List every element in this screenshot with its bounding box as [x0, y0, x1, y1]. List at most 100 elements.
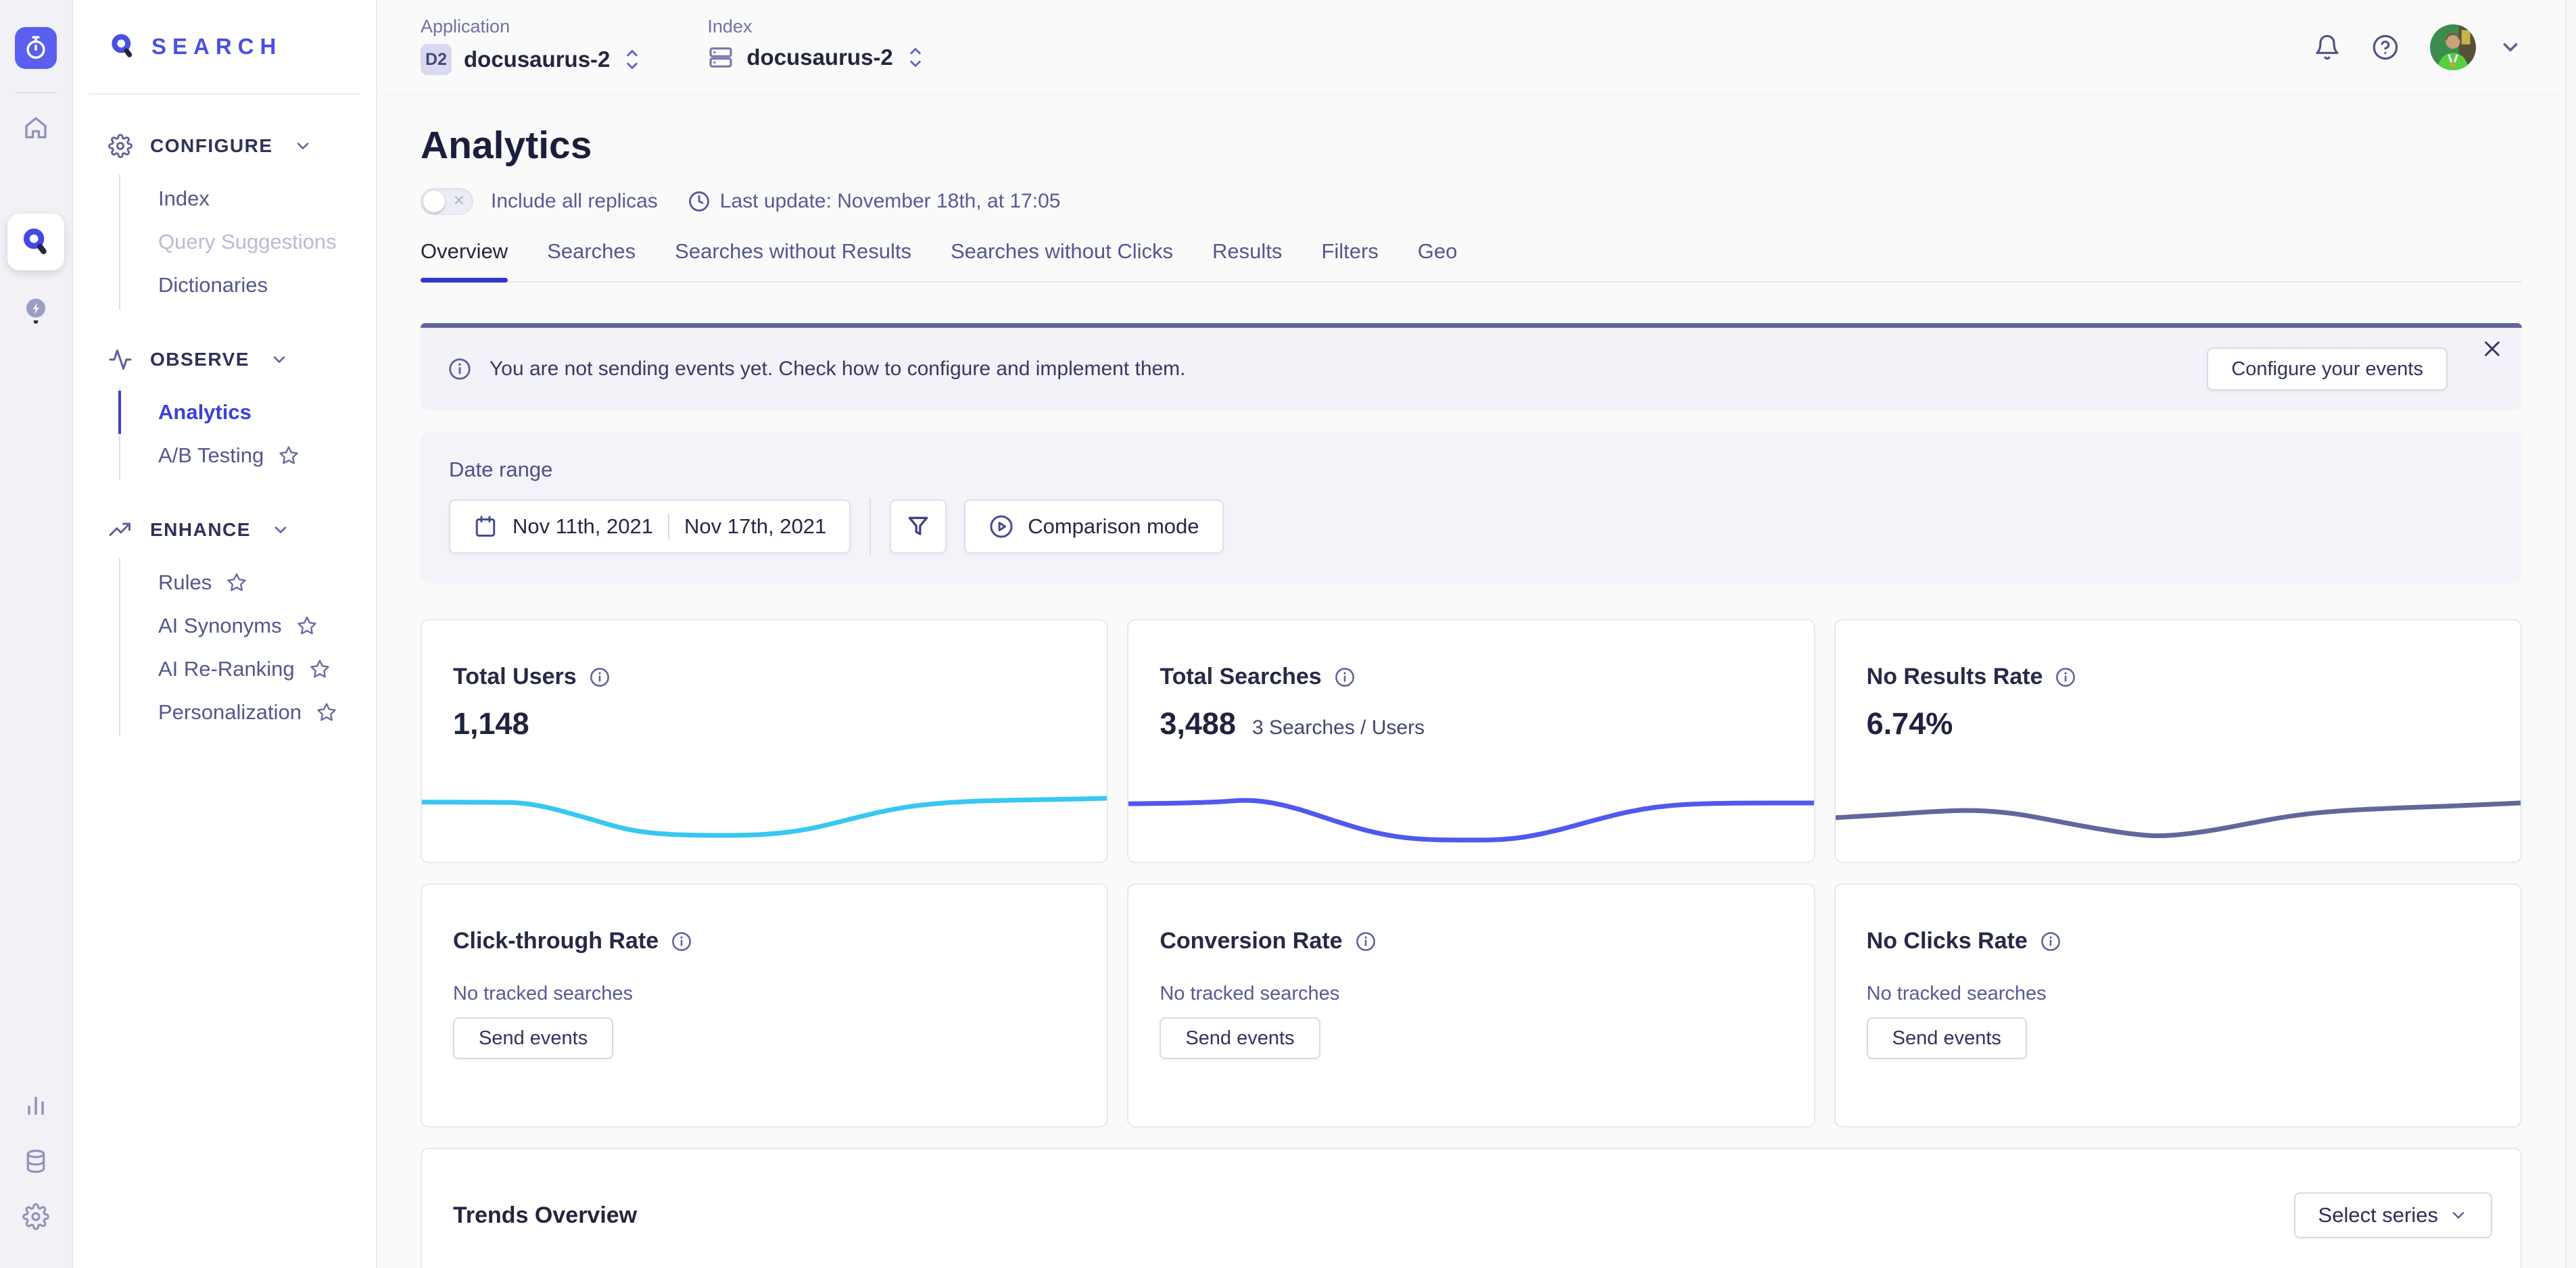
enhance-items: Rules AI Synonyms AI Re-Ranking	[119, 558, 376, 737]
card-title: Total Searches	[1160, 664, 1321, 690]
send-events-button[interactable]: Send events	[1867, 1017, 2027, 1059]
star-icon[interactable]	[316, 702, 337, 723]
send-events-button[interactable]: Send events	[1160, 1017, 1320, 1059]
scrollbar[interactable]	[2565, 0, 2576, 1268]
tab-searches[interactable]: Searches	[547, 239, 636, 281]
stepper-icon[interactable]	[622, 47, 642, 72]
tab-results[interactable]: Results	[1212, 239, 1282, 281]
empty-state-message: No tracked searches	[453, 983, 1107, 1005]
chevron-down-icon	[293, 137, 312, 155]
sidebar-item-personalization[interactable]: Personalization	[120, 691, 376, 734]
sidebar-item-ab-testing[interactable]: A/B Testing	[120, 434, 376, 477]
tab-filters[interactable]: Filters	[1321, 239, 1378, 281]
star-icon[interactable]	[279, 445, 299, 466]
home-icon[interactable]	[22, 114, 50, 142]
lightbulb-icon[interactable]	[22, 296, 50, 327]
sidebar-item-ai-re-ranking[interactable]: AI Re-Ranking	[120, 648, 376, 691]
star-icon[interactable]	[297, 616, 317, 636]
close-icon[interactable]	[2481, 338, 2503, 360]
avatar[interactable]	[2430, 24, 2476, 70]
date-end: Nov 17th, 2021	[684, 514, 826, 539]
configure-events-button[interactable]: Configure your events	[2207, 347, 2448, 391]
controls-divider	[869, 498, 871, 555]
tab-overview[interactable]: Overview	[421, 239, 508, 281]
card-title: No Clicks Rate	[1867, 928, 2028, 954]
tab-searches-without-clicks[interactable]: Searches without Clicks	[951, 239, 1173, 281]
topbar-actions	[2314, 0, 2522, 94]
trending-up-icon	[108, 518, 133, 542]
sidebar: SEARCH CONFIGURE Index	[73, 0, 377, 1268]
star-icon[interactable]	[226, 572, 247, 593]
stepper-icon[interactable]	[905, 45, 926, 70]
empty-state-message: No tracked searches	[1867, 983, 2521, 1005]
index-label: Index	[707, 16, 925, 37]
gear-icon	[108, 134, 133, 158]
select-series-label: Select series	[2318, 1203, 2438, 1227]
gear-icon[interactable]	[22, 1203, 49, 1230]
info-icon[interactable]	[589, 666, 611, 688]
date-range-label: Date range	[449, 458, 2494, 482]
tab-searches-without-results[interactable]: Searches without Results	[675, 239, 911, 281]
star-icon[interactable]	[310, 659, 330, 679]
sidebar-item-analytics[interactable]: Analytics	[118, 391, 376, 434]
clock-icon	[688, 190, 711, 213]
bar-chart-icon[interactable]	[22, 1092, 49, 1119]
card-title: Total Users	[453, 664, 577, 690]
sidebar-item-rules[interactable]: Rules	[120, 561, 376, 604]
sidebar-item-label: AI Re-Ranking	[158, 657, 295, 681]
sparkline-no-results-rate	[1836, 777, 2521, 855]
card-total-searches: Total Searches 3,488 3 Searches / Users	[1127, 619, 1815, 863]
trends-overview-card: Trends Overview Select series	[421, 1148, 2522, 1268]
info-icon[interactable]	[671, 931, 692, 952]
section-configure[interactable]: CONFIGURE	[108, 127, 376, 165]
database-icon[interactable]	[22, 1148, 49, 1175]
sidebar-item-ai-synonyms[interactable]: AI Synonyms	[120, 604, 376, 648]
date-range-panel: Date range Nov 11th, 2021 Nov 17th, 2021	[421, 432, 2522, 583]
select-series-button[interactable]: Select series	[2294, 1192, 2492, 1238]
activity-icon	[108, 347, 133, 372]
section-enhance[interactable]: ENHANCE	[108, 511, 376, 549]
chevron-down-icon	[270, 350, 289, 369]
configure-items: Index Query Suggestions Dictionaries	[119, 174, 376, 310]
application-selector[interactable]: Application D2 docusaurus-2	[421, 0, 642, 94]
sidebar-item-label: Personalization	[158, 700, 302, 725]
index-selector[interactable]: Index docusaurus-2	[707, 0, 925, 94]
chevron-down-icon[interactable]	[2499, 36, 2522, 59]
brand-logo[interactable]: SEARCH	[89, 0, 360, 95]
date-separator	[668, 514, 669, 539]
page-title: Analytics	[421, 123, 2522, 168]
info-icon[interactable]	[2055, 666, 2076, 688]
filter-button[interactable]	[890, 499, 947, 554]
section-observe[interactable]: OBSERVE	[108, 341, 376, 379]
info-icon[interactable]	[1334, 666, 1356, 688]
card-no-results-rate: No Results Rate 6.74%	[1834, 619, 2522, 863]
sidebar-item-label: A/B Testing	[158, 443, 264, 468]
help-icon[interactable]	[2372, 34, 2399, 61]
application-label: Application	[421, 16, 642, 37]
date-range-button[interactable]: Nov 11th, 2021 Nov 17th, 2021	[449, 499, 851, 554]
section-label: OBSERVE	[150, 349, 249, 370]
sidebar-item-index[interactable]: Index	[120, 177, 376, 220]
sparkline-total-users	[422, 777, 1107, 855]
tab-geo[interactable]: Geo	[1418, 239, 1458, 281]
send-events-button[interactable]: Send events	[453, 1017, 613, 1059]
trends-title: Trends Overview	[453, 1202, 637, 1229]
info-icon	[448, 357, 472, 381]
empty-state-message: No tracked searches	[1160, 983, 1813, 1005]
icon-rail	[0, 0, 73, 1268]
bell-icon[interactable]	[2314, 34, 2341, 61]
rail-item-search-active[interactable]	[7, 214, 64, 270]
sidebar-item-query-suggestions[interactable]: Query Suggestions	[120, 220, 376, 264]
topbar: Application D2 docusaurus-2 Index	[377, 0, 2565, 95]
comparison-mode-button[interactable]: Comparison mode	[964, 499, 1223, 554]
chevron-down-icon	[271, 520, 290, 539]
content: Analytics ✕ Include all replicas Last up…	[377, 95, 2565, 1268]
app-logo-tile[interactable]	[15, 27, 57, 69]
info-icon[interactable]	[1355, 931, 1377, 952]
info-icon[interactable]	[2040, 931, 2061, 952]
application-value: docusaurus-2	[464, 47, 610, 72]
include-replicas-toggle[interactable]: ✕	[421, 188, 473, 215]
card-title: Click-through Rate	[453, 928, 659, 954]
sidebar-item-dictionaries[interactable]: Dictionaries	[120, 264, 376, 307]
date-start: Nov 11th, 2021	[512, 514, 653, 539]
